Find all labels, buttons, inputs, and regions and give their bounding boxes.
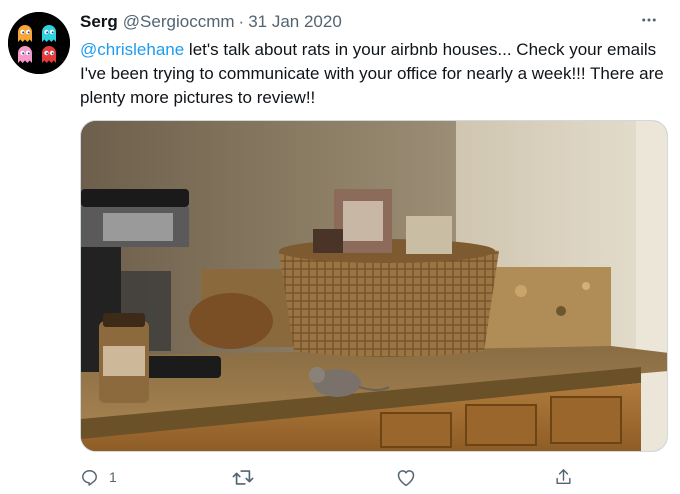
like-button[interactable] [396, 464, 426, 490]
avatar[interactable] [8, 12, 70, 74]
author-name[interactable]: Serg [80, 12, 118, 32]
reply-icon [82, 469, 97, 486]
more-horizontal-icon [642, 18, 656, 22]
tweet-date[interactable]: 31 Jan 2020 [248, 12, 342, 32]
tweet-header: Serg @Sergioccmm · 31 Jan 2020 [80, 11, 660, 33]
tweet[interactable]: Serg @Sergioccmm · 31 Jan 2020 @chrisleh… [0, 0, 680, 494]
mention-link[interactable]: @chrislehane [80, 40, 184, 59]
kitchen-photo-image [81, 121, 667, 451]
retweet-button[interactable] [232, 464, 264, 490]
reply-count: 1 [109, 469, 117, 485]
tweet-photo[interactable] [80, 120, 668, 452]
share-icon [556, 469, 571, 485]
reply-button[interactable]: 1 [80, 464, 117, 490]
more-options-button[interactable] [638, 9, 660, 31]
action-bar: 1 [80, 464, 580, 490]
share-button[interactable] [554, 464, 573, 490]
retweet-icon [232, 469, 254, 485]
separator-dot: · [238, 12, 245, 31]
author-handle[interactable]: @Sergioccmm [123, 12, 235, 32]
ghosts-avatar-icon [8, 12, 70, 74]
tweet-text: @chrislehane let's talk about rats in yo… [80, 38, 668, 110]
like-icon [397, 469, 415, 486]
